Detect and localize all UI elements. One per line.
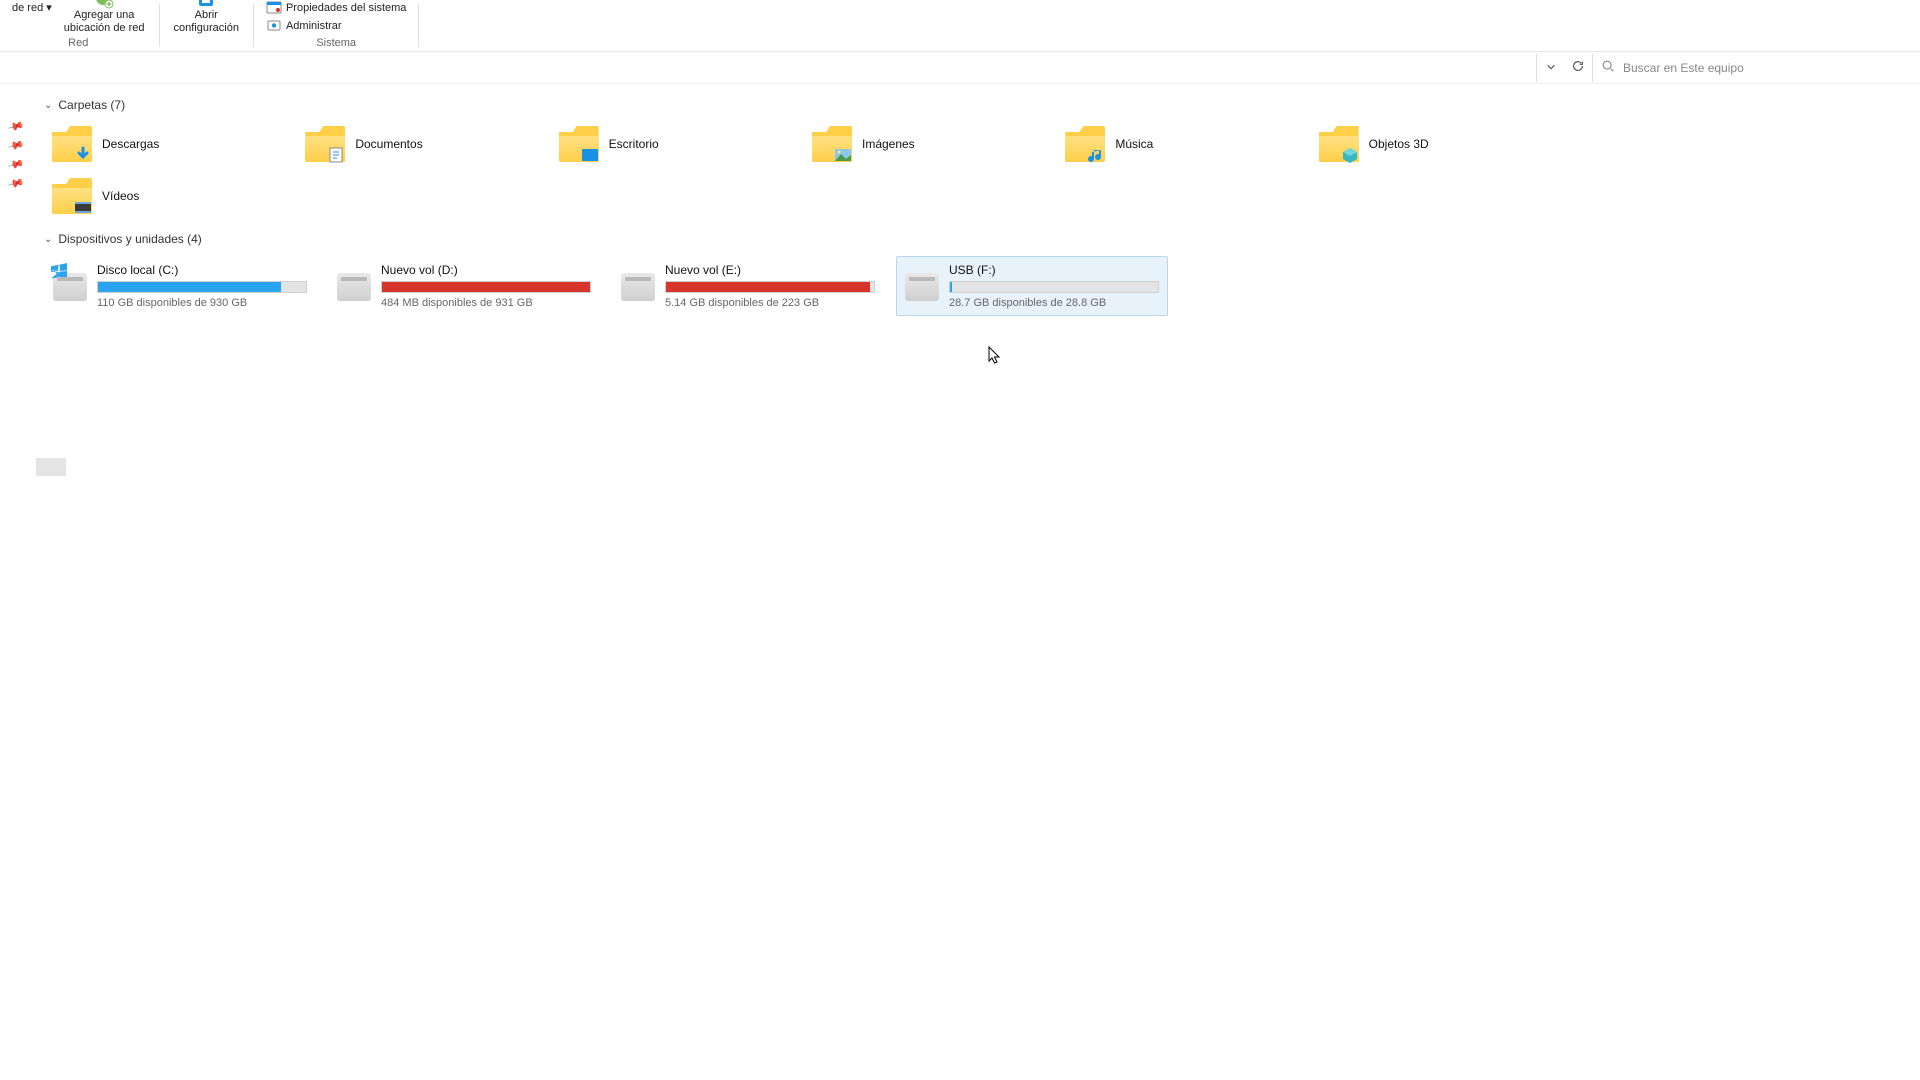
separator [253,4,254,47]
label: Agregar una [74,9,135,22]
drive-free-text: 28.7 GB disponibles de 28.8 GB [949,297,1159,309]
drives-section-header[interactable]: ⌄ Dispositivos y unidades (4) [44,226,1912,252]
folder-item[interactable]: Objetos 3D [1311,118,1564,170]
doc-icon [325,146,347,164]
folder-label: Objetos 3D [1369,137,1429,151]
drive-title: Nuevo vol (D:) [381,263,591,277]
sidebar-stub [36,458,66,476]
ribbon-group-sistema: Propiedades del sistema Administrar Sist… [256,0,416,51]
separator [159,4,160,47]
ribbon-group-label [205,37,208,49]
label: de red ▾ [12,2,52,15]
ribbon-group-config: Abrir configuración [162,0,251,51]
drive-icon [621,273,655,301]
folder-label: Música [1115,137,1153,151]
separator [418,4,419,47]
drive-free-text: 5.14 GB disponibles de 223 GB [665,297,875,309]
ribbon-group-red: ctar a de red ▾ Agregar una ubicación de… [0,0,157,51]
pin-icon[interactable]: 📌 [7,117,25,135]
pin-icon[interactable]: 📌 [7,136,25,154]
properties-icon [266,0,282,16]
drives-grid: Disco local (C:) 110 GB disponibles de 93… [44,256,1194,316]
picture-icon [832,146,854,164]
refresh-icon [1571,59,1585,76]
folder-label: Imágenes [862,137,915,151]
drive-free-text: 110 GB disponibles de 930 GB [97,297,307,309]
drive-usage-bar [381,281,591,293]
folder-label: Documentos [355,137,422,151]
chevron-down-icon: ⌄ [44,100,52,111]
drive-item[interactable]: Nuevo vol (E:) 5.14 GB disponibles de 223… [612,256,884,316]
drive-icon [337,273,371,301]
label: Propiedades del sistema [286,2,406,14]
ribbon-group-label: Red [68,37,88,49]
system-properties-button[interactable]: Propiedades del sistema [262,0,410,17]
folder-item[interactable]: Descargas [44,118,297,170]
ribbon: ctar a de red ▾ Agregar una ubicación de… [0,0,1920,52]
manage-button[interactable]: Administrar [262,17,346,35]
history-dropdown-button[interactable] [1536,54,1564,82]
quick-access-strip: 📌 📌 📌 📌 [0,88,32,190]
label: ubicación de red [64,22,145,35]
label: Abrir [195,9,218,22]
folder-icon [1065,126,1105,162]
search-box[interactable] [1592,54,1912,82]
drive-usage-bar [665,281,875,293]
pin-icon[interactable]: 📌 [7,155,25,173]
address-toolbar [0,52,1920,84]
video-icon [72,198,94,216]
desktop-icon [579,146,601,164]
pin-icon[interactable]: 📌 [7,174,25,192]
drive-title: USB (F:) [949,263,1159,277]
folder-icon [52,126,92,162]
music-icon [1085,146,1107,164]
chevron-down-icon: ⌄ [44,234,52,245]
chevron-down-icon [1546,61,1556,75]
drive-usage-bar [949,281,1159,293]
label: Administrar [286,20,342,32]
drive-icon [53,273,87,301]
cube-icon [1339,146,1361,164]
folder-label: Escritorio [609,137,659,151]
globe-plus-icon [94,0,114,9]
folder-label: Descargas [102,137,159,151]
folders-grid: Descargas Documentos Escritorio Imágenes Mús… [44,118,1564,222]
folder-item[interactable]: Música [1057,118,1310,170]
drive-usage-bar [97,281,307,293]
folder-icon [52,178,92,214]
search-icon [1601,59,1615,76]
ribbon-group-label: Sistema [316,37,356,49]
drive-icon [905,273,939,301]
drive-free-text: 484 MB disponibles de 931 GB [381,297,591,309]
folder-item[interactable]: Imágenes [804,118,1057,170]
search-input[interactable] [1623,61,1904,75]
folder-icon [812,126,852,162]
cursor-icon [988,346,1002,366]
drive-item[interactable]: USB (F:) 28.7 GB disponibles de 28.8 GB [896,256,1168,316]
folder-icon [305,126,345,162]
folder-item[interactable]: Vídeos [44,170,297,222]
drive-title: Nuevo vol (E:) [665,263,875,277]
drive-item[interactable]: Nuevo vol (D:) 484 MB disponibles de 931 … [328,256,600,316]
connect-network-button[interactable]: ctar a de red ▾ [6,0,58,15]
settings-icon [196,0,216,9]
folders-section-header[interactable]: ⌄ Carpetas (7) [44,92,1912,118]
section-title: Carpetas (7) [58,98,125,112]
manage-icon [266,18,282,34]
drive-title: Disco local (C:) [97,263,307,277]
refresh-button[interactable] [1564,54,1592,82]
open-settings-button[interactable]: Abrir configuración [168,0,245,35]
folder-icon [559,126,599,162]
folder-label: Vídeos [102,189,139,203]
section-title: Dispositivos y unidades (4) [58,232,201,246]
drive-item[interactable]: Disco local (C:) 110 GB disponibles de 93… [44,256,316,316]
download-icon [72,146,94,164]
folder-icon [1319,126,1359,162]
content-area: ⌄ Carpetas (7) Descargas Documentos Escrit… [36,88,1920,1080]
folder-item[interactable]: Escritorio [551,118,804,170]
add-network-location-button[interactable]: Agregar una ubicación de red [58,0,151,35]
folder-item[interactable]: Documentos [297,118,550,170]
label: configuración [174,22,239,35]
